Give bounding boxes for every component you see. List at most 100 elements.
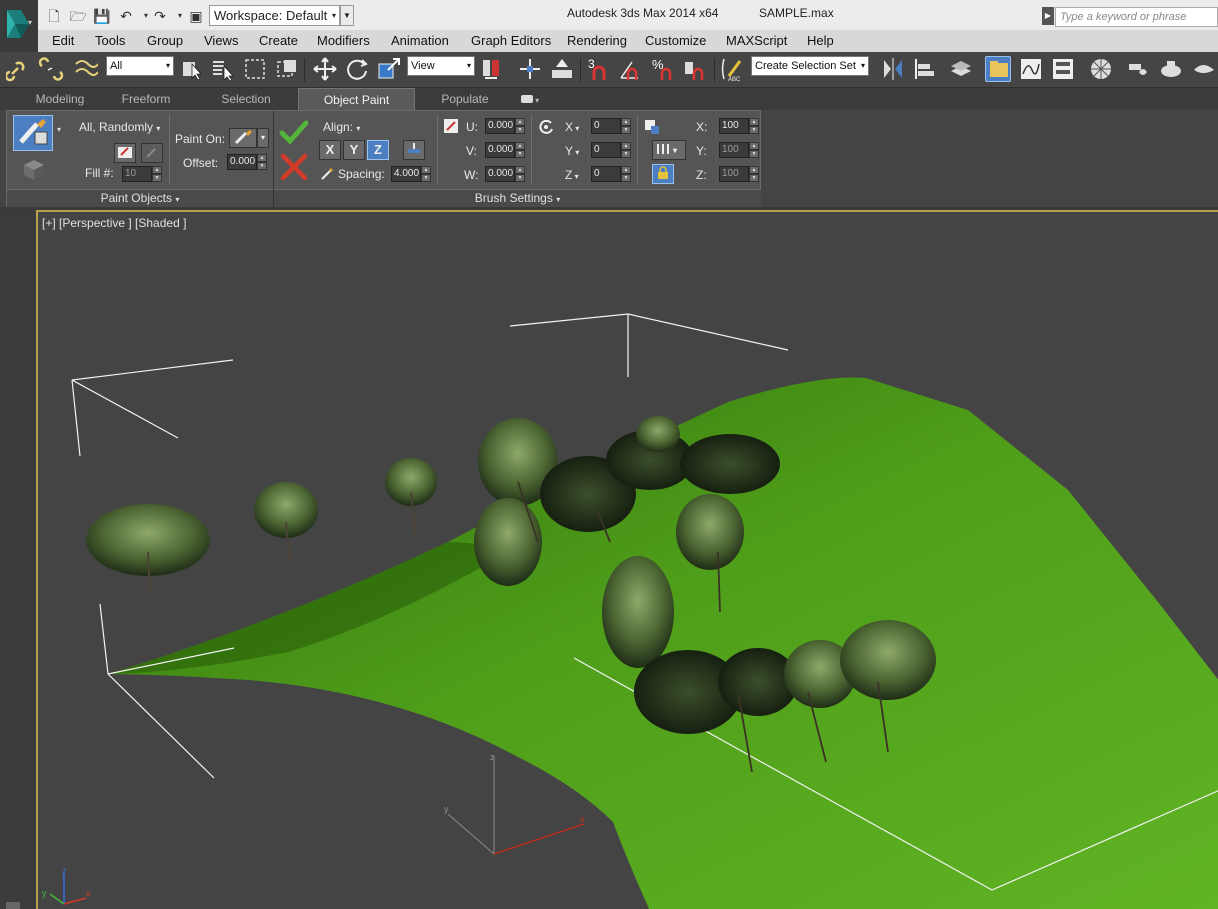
scale-x-spinner[interactable]: ▲ ▼ xyxy=(749,118,759,134)
select-and-move-icon[interactable] xyxy=(312,56,338,82)
bind-to-space-warp-icon[interactable] xyxy=(72,56,99,82)
app-logo-button[interactable]: ▾ xyxy=(0,0,38,52)
align-icon[interactable] xyxy=(912,56,938,82)
spinner-snap-icon[interactable] xyxy=(682,56,708,82)
v-offset-field[interactable]: 0.000 xyxy=(485,142,515,158)
paint-mode-select[interactable]: All, Randomly ▾ xyxy=(79,120,160,134)
snaps-toggle-icon[interactable]: 3 xyxy=(586,56,612,82)
menu-animation[interactable]: Animation xyxy=(391,32,449,50)
rectangular-selection-icon[interactable] xyxy=(242,56,268,82)
select-and-manipulate-icon[interactable] xyxy=(517,56,543,82)
new-file-icon[interactable]: 🗋 xyxy=(44,6,64,26)
scale-y-field[interactable]: 100 xyxy=(719,142,749,158)
rotate-z-axis-dropdown[interactable]: Z ▾ xyxy=(565,168,579,182)
tab-selection[interactable]: Selection xyxy=(208,88,284,110)
chevron-down-icon[interactable]: ▾ xyxy=(57,125,61,134)
spacing-field[interactable]: 4.000 xyxy=(391,166,421,182)
menu-group[interactable]: Group xyxy=(147,32,183,50)
menu-help[interactable]: Help xyxy=(807,32,834,50)
menu-customize[interactable]: Customize xyxy=(645,32,706,50)
lock-scale-button[interactable] xyxy=(652,164,674,184)
undo-icon[interactable]: ↶ xyxy=(116,6,136,26)
align-to-normal-button[interactable] xyxy=(403,140,425,160)
tab-freeform[interactable]: Freeform xyxy=(110,88,182,110)
scale-mode-dropdown[interactable]: ▾ xyxy=(652,140,686,160)
paint-on-dropdown[interactable]: ▾ xyxy=(257,128,269,148)
ribbon-options-button[interactable]: ▾ xyxy=(515,88,545,110)
schematic-view-icon[interactable] xyxy=(1050,56,1076,82)
menu-maxscript[interactable]: MAXScript xyxy=(726,32,787,50)
select-by-name-icon[interactable] xyxy=(210,56,236,82)
render-setup-icon[interactable] xyxy=(1125,56,1151,82)
v-offset-spinner[interactable]: ▲ ▼ xyxy=(515,142,525,158)
align-x-button[interactable]: X xyxy=(319,140,341,160)
tab-populate[interactable]: Populate xyxy=(428,88,502,110)
search-expand-button[interactable]: ▶ xyxy=(1042,7,1054,25)
render-production-icon[interactable] xyxy=(1190,56,1216,82)
scale-x-field[interactable]: 100 xyxy=(719,118,749,134)
scene-explorer-icon[interactable] xyxy=(985,56,1011,82)
scale-icon[interactable] xyxy=(643,118,661,136)
fill-count-field[interactable]: 10 xyxy=(122,166,152,182)
named-selection-set-select[interactable]: Create Selection Set ▾ xyxy=(751,56,869,76)
paint-commit-button[interactable] xyxy=(279,119,311,147)
viewport-menu-icon[interactable] xyxy=(6,902,20,909)
paint-objects-panel-footer[interactable]: Paint Objects ▾ xyxy=(7,189,273,207)
w-offset-spinner[interactable]: ▲ ▼ xyxy=(515,166,525,182)
menu-edit[interactable]: Edit xyxy=(52,32,74,50)
window-crossing-icon[interactable] xyxy=(274,56,300,82)
tab-modeling[interactable]: Modeling xyxy=(22,88,98,110)
offset-field[interactable]: 0.000 xyxy=(227,154,257,170)
angle-snap-icon[interactable] xyxy=(618,56,644,82)
edit-named-selection-icon[interactable]: ABC xyxy=(720,56,746,83)
rendered-frame-window-icon[interactable] xyxy=(1158,56,1184,82)
workspace-select[interactable]: Workspace: Default ▾ xyxy=(209,5,340,26)
u-offset-field[interactable]: 0.000 xyxy=(485,118,515,134)
mirror-icon[interactable] xyxy=(880,56,906,82)
use-pivot-center-icon[interactable] xyxy=(479,56,505,82)
align-z-button[interactable]: Z xyxy=(367,140,389,160)
rotate-icon[interactable] xyxy=(537,118,555,136)
w-offset-field[interactable]: 0.000 xyxy=(485,166,515,182)
rotate-x-field[interactable]: 0 xyxy=(591,118,621,134)
paint-objects-list-icon[interactable] xyxy=(19,155,49,183)
brush-settings-panel-footer[interactable]: Brush Settings ▾ xyxy=(274,189,761,207)
menu-create[interactable]: Create xyxy=(259,32,298,50)
menu-modifiers[interactable]: Modifiers xyxy=(317,32,370,50)
u-offset-spinner[interactable]: ▲ ▼ xyxy=(515,118,525,134)
scale-z-field[interactable]: 100 xyxy=(719,166,749,182)
open-file-icon[interactable]: 🗁 xyxy=(68,6,88,26)
curve-editor-icon[interactable] xyxy=(1018,56,1044,82)
edit-objects-list-button[interactable] xyxy=(114,143,136,163)
percent-snap-icon[interactable]: % xyxy=(650,56,676,82)
fill-count-spinner[interactable]: ▲ ▼ xyxy=(152,166,162,182)
select-object-icon[interactable] xyxy=(180,56,206,82)
scale-z-spinner[interactable]: ▲ ▼ xyxy=(749,166,759,182)
reference-coordinate-select[interactable]: View ▾ xyxy=(407,56,475,76)
unlink-selection-icon[interactable] xyxy=(38,56,64,82)
pick-paint-object-button[interactable] xyxy=(141,143,163,163)
select-and-link-icon[interactable] xyxy=(4,56,32,82)
offset-spinner[interactable]: ▲ ▼ xyxy=(257,154,267,170)
project-folder-icon[interactable]: ▣ xyxy=(186,6,206,26)
align-y-button[interactable]: Y xyxy=(343,140,365,160)
perspective-viewport[interactable]: z y x z y x [+] [Perspective ] [Shaded ] xyxy=(36,210,1218,909)
keyboard-shortcut-override-icon[interactable] xyxy=(549,56,575,82)
spacing-spinner[interactable]: ▲ ▼ xyxy=(421,166,431,182)
align-dropdown[interactable]: Align: ▾ xyxy=(323,120,360,134)
material-editor-icon[interactable] xyxy=(1088,56,1114,82)
save-file-icon[interactable]: 💾 xyxy=(92,6,112,26)
scale-y-spinner[interactable]: ▲ ▼ xyxy=(749,142,759,158)
redo-icon[interactable]: ↷ xyxy=(150,6,170,26)
rotate-y-spinner[interactable]: ▲ ▼ xyxy=(621,142,631,158)
menu-tools[interactable]: Tools xyxy=(95,32,125,50)
paint-on-select[interactable] xyxy=(229,128,257,148)
rotate-x-axis-dropdown[interactable]: X ▾ xyxy=(565,120,579,134)
menu-views[interactable]: Views xyxy=(204,32,238,50)
search-input[interactable]: Type a keyword or phrase xyxy=(1055,7,1218,27)
rotate-x-spinner[interactable]: ▲ ▼ xyxy=(621,118,631,134)
rotate-y-axis-dropdown[interactable]: Y ▾ xyxy=(565,144,579,158)
layer-manager-icon[interactable] xyxy=(948,56,974,82)
viewport-scene[interactable]: z y x z y x xyxy=(38,212,1218,909)
selection-filter-select[interactable]: All ▾ xyxy=(106,56,174,76)
